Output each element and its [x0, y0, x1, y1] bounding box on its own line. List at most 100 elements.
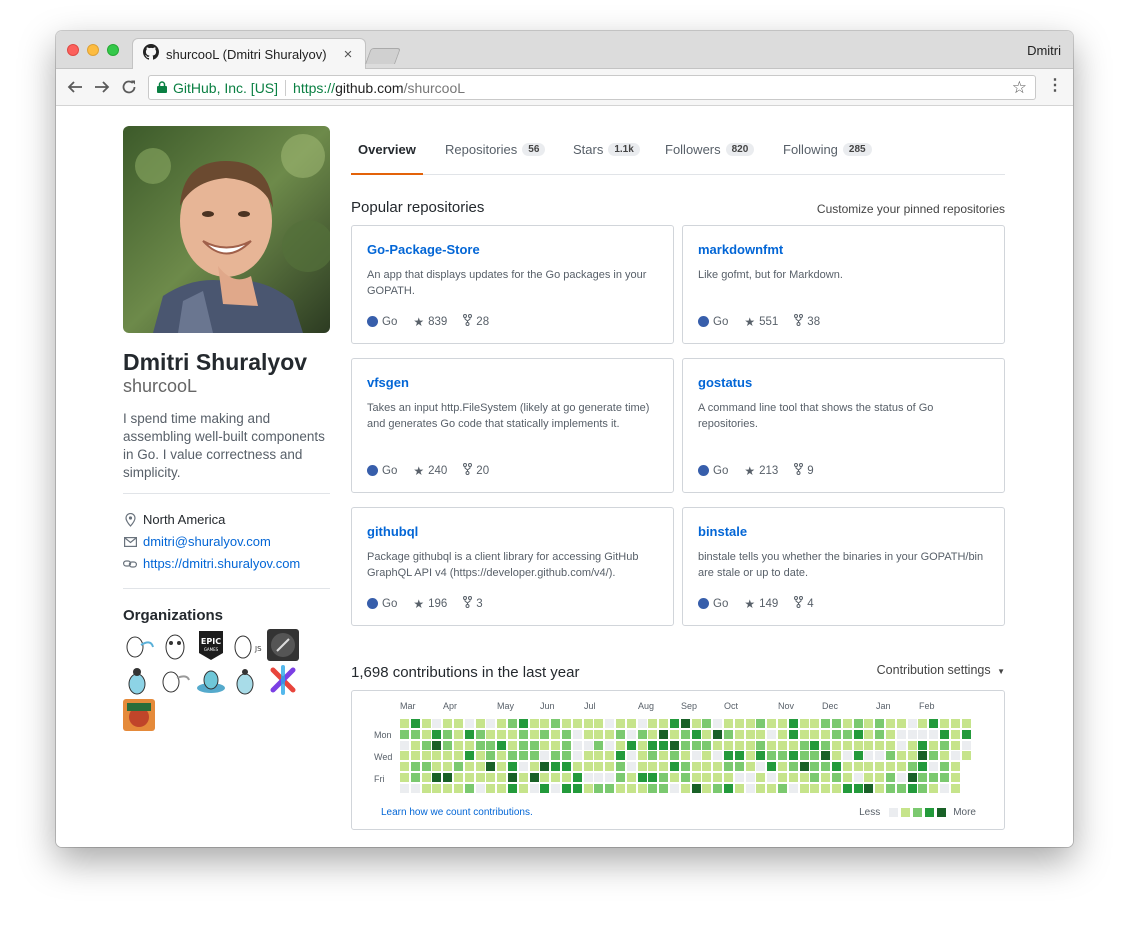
contribution-day[interactable] — [562, 783, 571, 793]
contribution-day[interactable] — [691, 751, 701, 761]
contribution-day[interactable] — [626, 783, 636, 793]
contribution-day[interactable] — [551, 719, 561, 728]
contribution-day[interactable] — [724, 740, 733, 750]
contribution-day[interactable] — [767, 740, 777, 750]
contribution-day[interactable] — [475, 740, 485, 750]
contribution-day[interactable] — [961, 729, 971, 739]
contribution-day[interactable] — [896, 729, 906, 739]
contribution-day[interactable] — [486, 783, 496, 793]
forward-arrow-icon[interactable] — [91, 76, 113, 98]
customize-pins-link[interactable]: Customize your pinned repositories — [817, 202, 1005, 216]
contribution-day[interactable] — [551, 729, 561, 739]
contribution-day[interactable] — [940, 762, 949, 772]
contribution-day[interactable] — [670, 773, 679, 782]
contribution-day[interactable] — [583, 783, 593, 793]
contribution-day[interactable] — [734, 751, 744, 761]
contribution-day[interactable] — [529, 751, 539, 761]
contribution-day[interactable] — [464, 762, 474, 772]
contribution-day[interactable] — [853, 729, 863, 739]
contribution-day[interactable] — [497, 729, 507, 739]
contribution-day[interactable] — [616, 762, 625, 772]
contribution-day[interactable] — [670, 729, 679, 739]
contribution-day[interactable] — [886, 729, 895, 739]
contribution-day[interactable] — [540, 762, 550, 772]
contribution-day[interactable] — [518, 729, 528, 739]
contribution-day[interactable] — [767, 783, 777, 793]
contribution-day[interactable] — [508, 719, 517, 728]
contribution-day[interactable] — [810, 773, 820, 782]
contribution-day[interactable] — [518, 751, 528, 761]
contribution-day[interactable] — [432, 729, 442, 739]
contribution-day[interactable] — [497, 783, 507, 793]
contribution-day[interactable] — [788, 783, 798, 793]
contribution-day[interactable] — [637, 762, 647, 772]
contribution-day[interactable] — [616, 773, 625, 782]
contribution-day[interactable] — [907, 729, 917, 739]
contribution-day[interactable] — [810, 740, 820, 750]
contribution-day[interactable] — [756, 773, 766, 782]
contribution-day[interactable] — [724, 729, 733, 739]
contribution-day[interactable] — [410, 740, 420, 750]
contribution-day[interactable] — [950, 783, 960, 793]
contribution-day[interactable] — [896, 762, 906, 772]
contribution-day[interactable] — [410, 783, 420, 793]
contribution-day[interactable] — [605, 719, 615, 728]
contribution-day[interactable] — [745, 719, 755, 728]
contribution-day[interactable] — [616, 751, 625, 761]
contribution-day[interactable] — [734, 783, 744, 793]
contribution-day[interactable] — [432, 719, 442, 728]
contribution-day[interactable] — [918, 762, 928, 772]
contribution-day[interactable] — [853, 783, 863, 793]
contribution-day[interactable] — [799, 783, 809, 793]
contribution-day[interactable] — [540, 740, 550, 750]
contribution-day[interactable] — [896, 751, 906, 761]
contribution-day[interactable] — [443, 719, 453, 728]
contribution-day[interactable] — [724, 773, 733, 782]
repo-name-link[interactable]: gostatus — [698, 375, 752, 390]
contribution-day[interactable] — [583, 729, 593, 739]
learn-contributions-link[interactable]: Learn how we count contributions. — [381, 807, 533, 818]
contribution-day[interactable] — [486, 762, 496, 772]
contribution-day[interactable] — [680, 751, 690, 761]
contribution-day[interactable] — [713, 773, 723, 782]
contribution-day[interactable] — [832, 783, 841, 793]
contribution-day[interactable] — [778, 773, 787, 782]
repo-forks[interactable]: 4 — [794, 596, 814, 611]
org-avatar[interactable] — [231, 664, 263, 696]
contribution-day[interactable] — [508, 751, 517, 761]
contribution-day[interactable] — [724, 762, 733, 772]
repo-name-link[interactable]: binstale — [698, 524, 747, 539]
contribution-day[interactable] — [886, 751, 895, 761]
contribution-day[interactable] — [432, 740, 442, 750]
contribution-day[interactable] — [832, 751, 841, 761]
contribution-day[interactable] — [529, 729, 539, 739]
contribution-day[interactable] — [950, 719, 960, 728]
contribution-day[interactable] — [594, 762, 604, 772]
contribution-day[interactable] — [648, 729, 658, 739]
contribution-day[interactable] — [864, 729, 874, 739]
contribution-day[interactable] — [551, 773, 561, 782]
contribution-day[interactable] — [745, 729, 755, 739]
contribution-day[interactable] — [918, 773, 928, 782]
contribution-day[interactable] — [918, 783, 928, 793]
contribution-day[interactable] — [734, 740, 744, 750]
contribution-day[interactable] — [702, 729, 712, 739]
contribution-day[interactable] — [799, 719, 809, 728]
contribution-day[interactable] — [616, 783, 625, 793]
contribution-day[interactable] — [562, 773, 571, 782]
contribution-day[interactable] — [637, 719, 647, 728]
contribution-day[interactable] — [799, 751, 809, 761]
contribution-day[interactable] — [443, 783, 453, 793]
contribution-day[interactable] — [886, 762, 895, 772]
contribution-day[interactable] — [464, 729, 474, 739]
maximize-window-button[interactable] — [107, 44, 119, 56]
contribution-day[interactable] — [529, 773, 539, 782]
contribution-day[interactable] — [680, 762, 690, 772]
contribution-day[interactable] — [702, 719, 712, 728]
repo-stars[interactable]: ★ 196 — [413, 597, 447, 611]
contribution-day[interactable] — [788, 719, 798, 728]
contribution-day[interactable] — [572, 719, 582, 728]
contribution-day[interactable] — [648, 762, 658, 772]
contribution-day[interactable] — [961, 740, 971, 750]
contribution-day[interactable] — [475, 751, 485, 761]
